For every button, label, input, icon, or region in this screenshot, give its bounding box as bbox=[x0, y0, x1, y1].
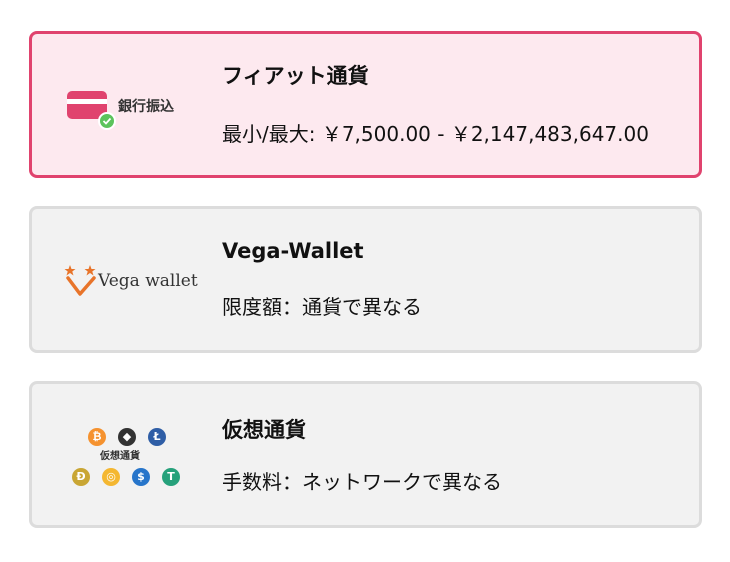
bitcoin-icon: ₿ bbox=[88, 428, 106, 446]
ethereum-icon: ◆ bbox=[118, 428, 136, 446]
payment-option-title: Vega-Wallet bbox=[222, 239, 364, 263]
payment-option-crypto[interactable]: ₿ ◆ Ł 仮想通貨 Ð ◎ $ T 仮想通貨 手数料：ネットワークで異なる bbox=[29, 381, 702, 528]
payment-option-vega-wallet[interactable]: Vega wallet Vega-Wallet 限度額：通貨で異なる bbox=[29, 206, 702, 353]
crypto-logo-text: 仮想通貨 bbox=[100, 451, 140, 462]
usdc-icon: $ bbox=[132, 468, 150, 486]
payment-option-title: 仮想通貨 bbox=[222, 418, 306, 442]
payment-option-limits: 最小/最大: ￥7,500.00 - ￥2,147,483,647.00 bbox=[222, 122, 649, 146]
vega-wallet-logo-text: Vega wallet bbox=[98, 271, 198, 291]
crypto-logo: ₿ ◆ Ł 仮想通貨 Ð ◎ $ T bbox=[32, 384, 222, 525]
payment-option-fiat[interactable]: 銀行振込 フィアット通貨 最小/最大: ￥7,500.00 - ￥2,147,4… bbox=[29, 31, 702, 178]
vega-wallet-logo: Vega wallet bbox=[32, 209, 222, 350]
tether-icon: T bbox=[162, 468, 180, 486]
litecoin-icon: Ł bbox=[148, 428, 166, 446]
dogecoin-icon: Ð bbox=[72, 468, 90, 486]
vega-star-icon bbox=[64, 265, 96, 296]
payment-option-limits: 限度額：通貨で異なる bbox=[222, 295, 422, 319]
dai-icon: ◎ bbox=[102, 468, 120, 486]
bank-transfer-logo: 銀行振込 bbox=[32, 34, 222, 175]
bank-transfer-label: 銀行振込 bbox=[118, 99, 174, 115]
payment-option-limits: 手数料：ネットワークで異なる bbox=[222, 470, 502, 494]
check-icon bbox=[98, 112, 116, 130]
payment-option-title: フィアット通貨 bbox=[222, 64, 369, 88]
